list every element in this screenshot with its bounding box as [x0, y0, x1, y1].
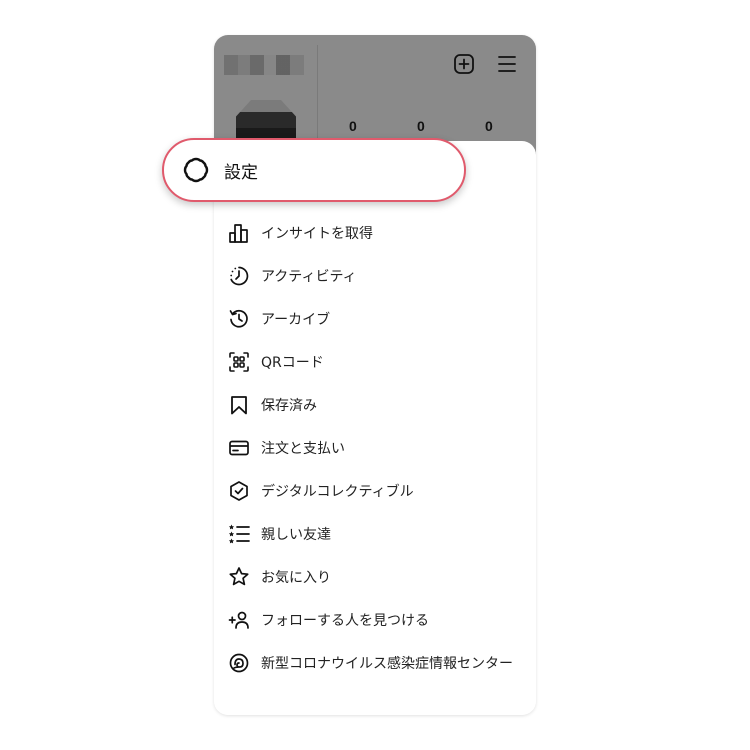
menu-bottom-sheet: インサイトを取得 アクティビティ アーカイブ QRコード 保存済み 注文と支払い… [214, 141, 536, 715]
username-pixelated [224, 55, 304, 75]
menu-item-label: 親しい友達 [261, 526, 331, 543]
menu-item-label: お気に入り [261, 569, 331, 586]
menu-item-digital-collectibles[interactable]: デジタルコレクティブル [214, 469, 536, 512]
bookmark-icon [228, 394, 250, 416]
followers-count[interactable]: 0 [417, 118, 425, 134]
menu-item-label: 保存済み [261, 397, 317, 414]
covid-info-icon [228, 652, 250, 674]
menu-item-label: QRコード [261, 354, 324, 371]
verified-badge-icon [228, 480, 250, 502]
following-count[interactable]: 0 [485, 118, 493, 134]
archive-history-icon [228, 308, 250, 330]
menu-item-label: 新型コロナウイルス感染症情報センター [261, 655, 513, 672]
menu-item-discover-people[interactable]: フォローする人を見つける [214, 598, 536, 641]
menu-item-settings-highlighted[interactable]: 設定 [162, 138, 466, 202]
credit-card-icon [228, 437, 250, 459]
menu-item-close-friends[interactable]: 親しい友達 [214, 512, 536, 555]
menu-item-label: 注文と支払い [261, 440, 345, 457]
menu-item-saved[interactable]: 保存済み [214, 383, 536, 426]
settings-label: 設定 [224, 162, 258, 183]
menu-item-covid-info[interactable]: 新型コロナウイルス感染症情報センター [214, 641, 536, 684]
menu-item-label: アーカイブ [261, 311, 331, 328]
star-icon [228, 566, 250, 588]
menu-item-favorites[interactable]: お気に入り [214, 555, 536, 598]
menu-item-orders-payments[interactable]: 注文と支払い [214, 426, 536, 469]
menu-item-label: デジタルコレクティブル [261, 483, 414, 500]
screen: 0 0 0 インサイトを取得 アクティビティ アーカイブ QRコード 保存済み … [0, 0, 750, 750]
gear-icon [182, 156, 210, 184]
add-person-icon [228, 609, 250, 631]
menu-item-archive[interactable]: アーカイブ [214, 297, 536, 340]
hamburger-menu-icon[interactable] [496, 53, 518, 75]
phone-frame: 0 0 0 インサイトを取得 アクティビティ アーカイブ QRコード 保存済み … [214, 35, 536, 715]
menu-list: インサイトを取得 アクティビティ アーカイブ QRコード 保存済み 注文と支払い… [214, 211, 536, 684]
menu-item-insights[interactable]: インサイトを取得 [214, 211, 536, 254]
add-square-icon[interactable] [453, 53, 475, 75]
activity-clock-icon [228, 265, 250, 287]
posts-count[interactable]: 0 [349, 118, 357, 134]
menu-item-qr-code[interactable]: QRコード [214, 340, 536, 383]
insights-bar-chart-icon [228, 222, 250, 244]
close-friends-list-icon [228, 523, 250, 545]
menu-item-activity[interactable]: アクティビティ [214, 254, 536, 297]
menu-item-label: インサイトを取得 [261, 225, 373, 242]
menu-item-label: アクティビティ [261, 268, 357, 285]
qr-code-icon [228, 351, 250, 373]
menu-item-label: フォローする人を見つける [261, 612, 429, 629]
